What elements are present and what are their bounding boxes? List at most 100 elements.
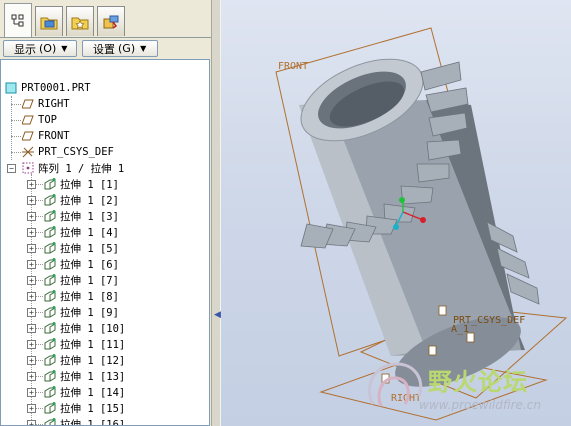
expand-toggle[interactable]: + <box>27 388 36 397</box>
collapse-left-icon[interactable]: ◀ <box>214 310 221 320</box>
extrude-icon <box>43 369 57 383</box>
tree-item-label: 拉伸 1 [6] <box>60 258 119 271</box>
tree-item-extrude[interactable]: 拉伸 1 [14] <box>43 384 125 400</box>
expand-toggle[interactable]: + <box>27 340 36 349</box>
extrude-icon <box>43 305 57 319</box>
settings-menu-button[interactable]: 设置 (G) ▼ <box>82 40 158 57</box>
tree-item-extrude[interactable]: 拉伸 1 [11] <box>43 336 125 352</box>
tree-item-label: 拉伸 1 [13] <box>60 370 126 383</box>
tree-item-extrude[interactable]: 拉伸 1 [9] <box>43 304 119 320</box>
coordinate-system-icon <box>21 145 35 159</box>
expand-toggle[interactable]: + <box>27 372 36 381</box>
expand-toggle[interactable]: + <box>27 196 36 205</box>
extrude-icon <box>43 353 57 367</box>
settings-menu-label: 设置 <box>93 42 115 56</box>
expand-toggle[interactable]: + <box>27 308 36 317</box>
tree-item-front[interactable]: FRONT <box>21 128 70 144</box>
model-tree-tab[interactable] <box>4 3 32 37</box>
tree-item-label: 拉伸 1 [16] <box>60 418 126 426</box>
extrude-icon <box>43 337 57 351</box>
favorites-icon <box>71 17 89 29</box>
chevron-down-icon: ▼ <box>140 44 147 53</box>
expand-toggle[interactable]: + <box>27 244 36 253</box>
connections-tab[interactable] <box>97 6 125 36</box>
expand-toggle[interactable]: + <box>27 292 36 301</box>
tree-item-label: 拉伸 1 [9] <box>60 306 119 319</box>
expand-toggle[interactable]: + <box>27 228 36 237</box>
tree-item-label: TOP <box>38 114 57 126</box>
tree-item-extrude[interactable]: 拉伸 1 [10] <box>43 320 125 336</box>
expand-toggle[interactable]: + <box>27 356 36 365</box>
tree-item-top[interactable]: TOP <box>21 112 57 128</box>
tree-item-label: PRT_CSYS_DEF <box>38 146 114 158</box>
extrude-icon <box>43 257 57 271</box>
tree-item-right[interactable]: RIGHT <box>21 96 70 112</box>
tree-item-label: 拉伸 1 [15] <box>60 402 126 415</box>
tree-item-label: 阵列 1 / 拉伸 1 <box>38 162 125 175</box>
tree-item-extrude[interactable]: 拉伸 1 [7] <box>43 272 119 288</box>
tree-item-csys[interactable]: PRT_CSYS_DEF <box>21 144 114 160</box>
extrude-icon <box>43 321 57 335</box>
extrude-icon <box>43 225 57 239</box>
expand-toggle[interactable]: + <box>27 404 36 413</box>
expand-toggle[interactable]: + <box>27 420 36 425</box>
tree-item-label: 拉伸 1 [12] <box>60 354 126 367</box>
tree-item-label: 拉伸 1 [8] <box>60 290 119 303</box>
tree-item-label: 拉伸 1 [14] <box>60 386 126 399</box>
watermark-title: 野火论坛 <box>428 368 528 396</box>
pattern-icon <box>21 161 35 175</box>
tree-item-extrude[interactable]: 拉伸 1 [13] <box>43 368 125 384</box>
show-menu-hotkey: (O) <box>39 42 57 55</box>
expand-toggle[interactable]: + <box>27 212 36 221</box>
expand-toggle[interactable]: + <box>27 260 36 269</box>
folder-browser-tab[interactable] <box>35 6 63 36</box>
extrude-icon <box>43 417 57 425</box>
panel-splitter[interactable]: ◀ <box>211 0 221 426</box>
tree-item-pattern[interactable]: 阵列 1 / 拉伸 1 <box>21 160 124 176</box>
tree-item-label: 拉伸 1 [4] <box>60 226 119 239</box>
datum-plane-icon <box>21 97 35 111</box>
tree-item-extrude[interactable]: 拉伸 1 [3] <box>43 208 119 224</box>
expand-toggle[interactable]: + <box>27 276 36 285</box>
show-menu-button[interactable]: 显示 (O) ▼ <box>3 40 77 57</box>
extrude-icon <box>43 209 57 223</box>
extrude-icon <box>43 273 57 287</box>
datum-plane-icon <box>21 129 35 143</box>
tree-item-extrude[interactable]: 拉伸 1 [15] <box>43 400 125 416</box>
chevron-down-icon: ▼ <box>61 44 68 53</box>
expand-toggle[interactable]: + <box>27 324 36 333</box>
part-icon <box>4 81 18 95</box>
settings-menu-hotkey: (G) <box>118 42 136 55</box>
navigator-panel: 显示 (O) ▼ 设置 (G) ▼ PRT0001.PRT RIGHT TOP … <box>0 0 211 426</box>
tree-item-label: 拉伸 1 [2] <box>60 194 119 207</box>
extrude-icon <box>43 289 57 303</box>
tree-item-extrude[interactable]: 拉伸 1 [12] <box>43 352 125 368</box>
navigator-tabs <box>0 0 211 37</box>
graphics-window[interactable]: FRONT PRT_CSYS_DEF A_1 RIGHT 野火论坛 www.pr… <box>221 0 571 426</box>
tree-item-extrude[interactable]: 拉伸 1 [4] <box>43 224 119 240</box>
tree-item-label: 拉伸 1 [3] <box>60 210 119 223</box>
tree-item-label: FRONT <box>38 130 70 142</box>
collapse-toggle[interactable]: − <box>7 164 16 173</box>
favorites-tab[interactable] <box>66 6 94 36</box>
tree-item-extrude[interactable]: 拉伸 1 [1] <box>43 176 119 192</box>
tree-item-extrude[interactable]: 拉伸 1 [2] <box>43 192 119 208</box>
extrude-icon <box>43 241 57 255</box>
model-tree-icon <box>11 14 24 26</box>
tree-item-extrude[interactable]: 拉伸 1 [16] <box>43 416 126 426</box>
tree-item-label: 拉伸 1 [11] <box>60 338 126 351</box>
expand-toggle[interactable]: + <box>27 180 36 189</box>
folder-icon <box>40 17 58 29</box>
tree-item-extrude[interactable]: 拉伸 1 [6] <box>43 256 119 272</box>
tree-connector <box>11 96 12 160</box>
tree-item-extrude[interactable]: 拉伸 1 [8] <box>43 288 119 304</box>
watermark-url: www.proewildfire.cn <box>419 398 541 412</box>
tree-root-label: PRT0001.PRT <box>21 82 91 94</box>
extrude-icon <box>43 177 57 191</box>
extrude-icon <box>43 385 57 399</box>
tree-root[interactable]: PRT0001.PRT <box>4 80 91 96</box>
extrude-icon <box>43 193 57 207</box>
extrude-icon <box>43 401 57 415</box>
tree-item-extrude[interactable]: 拉伸 1 [5] <box>43 240 119 256</box>
tree-item-label: 拉伸 1 [7] <box>60 274 119 287</box>
